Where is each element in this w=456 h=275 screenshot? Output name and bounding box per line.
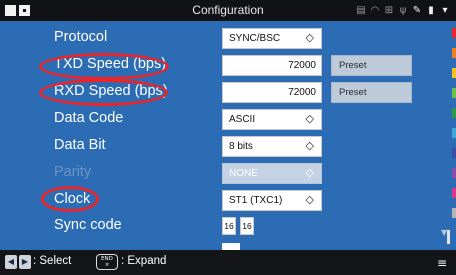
rxd-speed-label: RXD Speed (bps) xyxy=(54,83,168,99)
status-icons: ▤ ◠ ⊞ ψ ✎ ▮ ▾ xyxy=(356,3,450,18)
row-data-code: Data Code ASCII ◇ xyxy=(0,108,440,134)
data-bit-select[interactable]: 8 bits ◇ xyxy=(222,136,322,157)
up-down-chevron-icon: ◇ xyxy=(305,194,314,206)
data-bit-value: 8 bits xyxy=(229,141,253,152)
up-down-chevron-icon: ◇ xyxy=(305,113,314,125)
parity-label: Parity xyxy=(54,164,92,180)
rxd-speed-input[interactable]: 72000 xyxy=(222,82,322,103)
menu-icon[interactable]: ≡ xyxy=(437,256,447,270)
row-clock: Clock ST1 (TXC1) ◇ xyxy=(0,189,440,215)
right-arrow-key-icon[interactable]: ▶ xyxy=(19,255,31,269)
rxd-preset-button[interactable]: Preset xyxy=(331,82,412,103)
sync-code-input-1[interactable]: 16 xyxy=(222,217,236,235)
color-strip-segment xyxy=(452,148,456,158)
data-bit-label: Data Bit xyxy=(54,137,106,153)
printer-icon: ▤ xyxy=(356,4,366,16)
left-arrow-key-icon[interactable]: ◀ xyxy=(5,255,17,269)
row-data-bit: Data Bit 8 bits ◇ xyxy=(0,135,440,161)
data-code-label: Data Code xyxy=(54,110,124,126)
clock-label: Clock xyxy=(54,191,91,207)
data-code-value: ASCII xyxy=(229,114,256,125)
scrollbar-thumb[interactable] xyxy=(447,230,450,244)
tool-icon: ✎ xyxy=(412,4,422,16)
row-txd-speed: TXD Speed (bps) 72000 Preset xyxy=(0,54,440,80)
battery-icon: ▾ xyxy=(442,4,448,16)
next-field-partial xyxy=(222,243,240,250)
protocol-value: SYNC/BSC xyxy=(229,33,281,44)
protocol-select[interactable]: SYNC/BSC ◇ xyxy=(222,28,322,49)
sync-code-input-2[interactable]: 16 xyxy=(240,217,254,235)
title-bar: Configuration ▤ ◠ ⊞ ψ ✎ ▮ ▾ xyxy=(0,0,456,21)
row-parity: Parity NONE ◇ xyxy=(0,162,440,188)
color-strip-segment xyxy=(452,108,456,118)
parity-value: NONE xyxy=(229,168,258,179)
clock-value: ST1 (TXC1) xyxy=(229,195,283,206)
color-strip-segment xyxy=(452,128,456,138)
footer-bar: ◀ ▶ : Select END × : Expand ≡ xyxy=(0,250,456,275)
network-icon: ⊞ xyxy=(384,4,394,16)
parity-select: NONE ◇ xyxy=(222,163,322,184)
color-strip-segment xyxy=(452,28,456,38)
row-protocol: Protocol SYNC/BSC ◇ xyxy=(0,27,440,53)
color-strip xyxy=(452,28,456,228)
row-sync-code: Sync code 16 16 xyxy=(0,215,440,241)
txd-speed-input[interactable]: 72000 xyxy=(222,55,322,76)
sync-code-label: Sync code xyxy=(54,217,122,233)
row-rxd-speed: RXD Speed (bps) 72000 Preset xyxy=(0,81,440,107)
select-hint: : Select xyxy=(33,255,72,267)
usb-icon: ψ xyxy=(399,4,407,16)
protocol-label: Protocol xyxy=(54,29,108,45)
color-strip-segment xyxy=(452,188,456,198)
data-code-select[interactable]: ASCII ◇ xyxy=(222,109,322,130)
sd-card-icon: ▮ xyxy=(428,4,434,16)
end-key-icon[interactable]: END × xyxy=(96,254,118,270)
up-down-chevron-icon: ◇ xyxy=(305,167,314,179)
txd-speed-label: TXD Speed (bps) xyxy=(54,56,167,72)
color-strip-segment xyxy=(452,168,456,178)
expand-hint: : Expand xyxy=(121,255,167,267)
color-strip-segment xyxy=(452,208,456,218)
color-strip-segment xyxy=(452,68,456,78)
end-key-symbol: × xyxy=(104,262,110,268)
configuration-screen: Configuration ▤ ◠ ⊞ ψ ✎ ▮ ▾ Protocol SYN… xyxy=(0,0,456,275)
clock-select[interactable]: ST1 (TXC1) ◇ xyxy=(222,190,322,211)
color-strip-segment xyxy=(452,88,456,98)
up-down-chevron-icon: ◇ xyxy=(305,140,314,152)
wifi-icon: ◠ xyxy=(370,4,380,16)
up-down-chevron-icon: ◇ xyxy=(305,32,314,44)
color-strip-segment xyxy=(452,48,456,58)
txd-preset-button[interactable]: Preset xyxy=(331,55,412,76)
